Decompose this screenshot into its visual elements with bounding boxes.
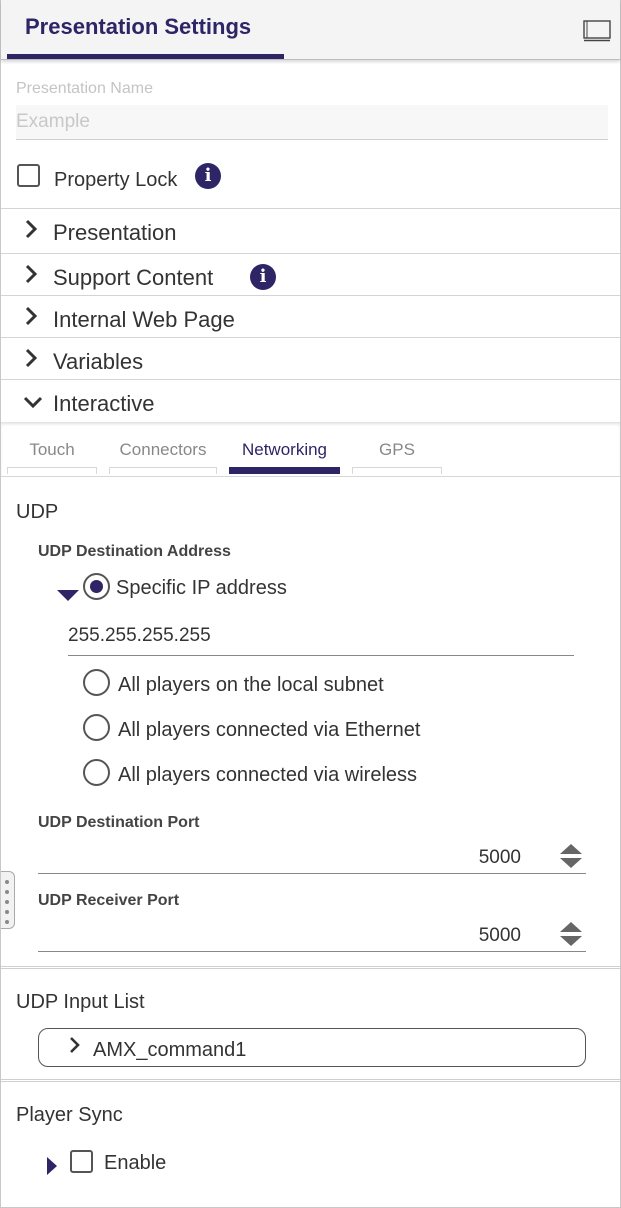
tab-gps-indicator: [352, 467, 442, 474]
radio-ethernet[interactable]: [83, 714, 110, 741]
presentation-name-label: Presentation Name: [16, 80, 153, 97]
radio-specific-ip-label: Specific IP address: [116, 577, 287, 599]
tab-networking-indicator: [229, 467, 340, 474]
presentation-name-input[interactable]: [16, 105, 608, 140]
window-toggle-icon[interactable]: [583, 20, 611, 42]
tab-touch-indicator: [7, 467, 97, 474]
chevron-right-icon: [25, 348, 38, 368]
interactive-tabs: Touch Connectors Networking GPS: [1, 422, 620, 477]
player-sync-title: Player Sync: [16, 1104, 123, 1126]
radio-local-subnet-label: All players on the local subnet: [118, 674, 384, 696]
tab-connectors[interactable]: Connectors: [109, 440, 217, 460]
spinner-arrows-icon[interactable]: [559, 843, 583, 869]
tab-networking[interactable]: Networking: [229, 440, 340, 460]
accordion-support-content[interactable]: Support Content i: [1, 253, 620, 295]
tab-connectors-indicator: [109, 467, 217, 474]
chevron-right-icon: [25, 306, 38, 326]
ip-address-input[interactable]: 255.255.255.255: [68, 625, 574, 656]
udp-receiver-port-input[interactable]: 5000: [38, 916, 586, 952]
radio-wireless[interactable]: [83, 759, 110, 786]
support-content-info-icon[interactable]: i: [250, 264, 276, 290]
chevron-right-icon: [70, 1037, 80, 1053]
ip-address-value: 255.255.255.255: [68, 625, 211, 646]
udp-input-list-item[interactable]: AMX_command1: [38, 1028, 586, 1067]
accordion-internal-web-page[interactable]: Internal Web Page: [1, 295, 620, 337]
tab-touch[interactable]: Touch: [7, 440, 97, 460]
accordion-presentation[interactable]: Presentation: [1, 208, 620, 250]
accordion-variables[interactable]: Variables: [1, 337, 620, 379]
accordion-label: Presentation: [53, 220, 177, 245]
port-value: 5000: [478, 925, 521, 946]
accordion-label: Internal Web Page: [53, 307, 235, 332]
accordion-label: Variables: [53, 349, 144, 374]
udp-receiver-port-label: UDP Receiver Port: [38, 892, 180, 909]
section-divider: [1, 966, 620, 969]
port-value: 5000: [478, 847, 521, 868]
panel-title: Presentation Settings: [25, 14, 252, 39]
property-lock-info-icon[interactable]: i: [195, 163, 221, 189]
section-divider: [1, 1079, 620, 1082]
property-lock-checkbox[interactable]: [17, 164, 40, 187]
collapse-triangle-icon[interactable]: [57, 590, 79, 601]
input-list-item-label: AMX_command1: [93, 1039, 247, 1061]
player-sync-enable-checkbox[interactable]: [70, 1150, 93, 1173]
udp-input-list-title: UDP Input List: [16, 991, 145, 1013]
udp-destination-port-label: UDP Destination Port: [38, 814, 200, 831]
panel-header: Presentation Settings: [1, 0, 620, 60]
chevron-down-icon: [23, 396, 43, 409]
radio-specific-ip[interactable]: [83, 573, 110, 600]
panel-resize-handle[interactable]: [1, 871, 15, 929]
expand-triangle-icon[interactable]: [47, 1157, 57, 1175]
udp-destination-port-input[interactable]: 5000: [38, 838, 586, 874]
radio-local-subnet[interactable]: [83, 669, 110, 696]
udp-destination-address-label: UDP Destination Address: [38, 543, 231, 560]
accordion-interactive[interactable]: Interactive: [1, 379, 620, 421]
player-sync-enable-label: Enable: [104, 1152, 167, 1174]
spinner-arrows-icon[interactable]: [559, 921, 583, 947]
chevron-right-icon: [25, 219, 38, 239]
accordion-label: Interactive: [53, 391, 155, 416]
title-underline: [7, 54, 284, 59]
accordion-label: Support Content: [53, 265, 214, 290]
udp-section-title: UDP: [16, 501, 59, 523]
radio-wireless-label: All players connected via wireless: [118, 764, 418, 786]
radio-ethernet-label: All players connected via Ethernet: [118, 719, 421, 741]
tab-gps[interactable]: GPS: [352, 440, 442, 460]
chevron-right-icon: [25, 264, 38, 284]
property-lock-label: Property Lock: [54, 169, 178, 191]
presentation-settings-panel: Presentation Settings Presentation Name …: [0, 0, 621, 1208]
